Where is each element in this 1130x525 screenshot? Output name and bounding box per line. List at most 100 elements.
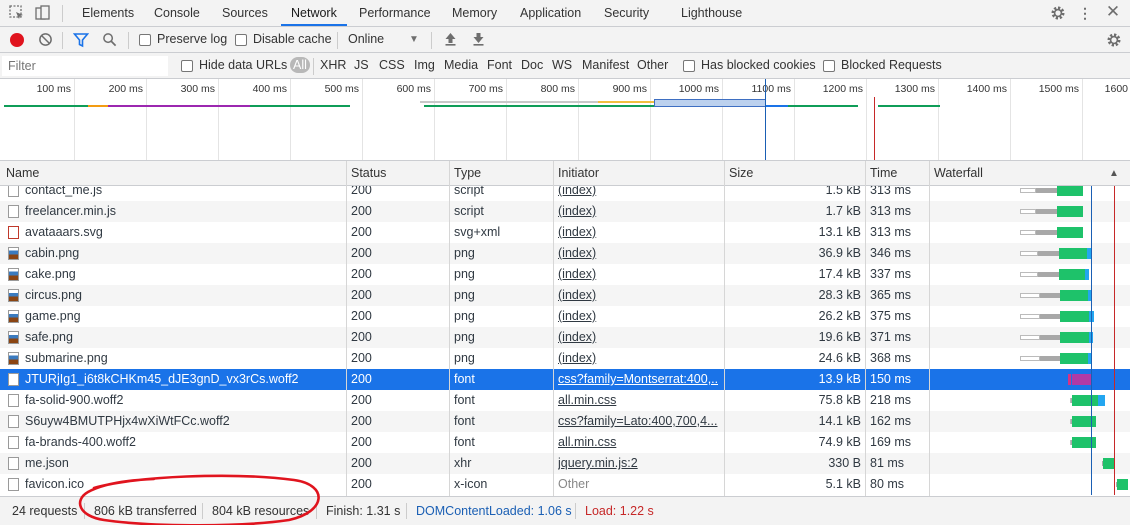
import-har-icon[interactable] bbox=[443, 32, 457, 49]
disable-cache-checkbox[interactable] bbox=[235, 34, 247, 46]
overview-gridline bbox=[362, 79, 363, 160]
type-filter-xhr[interactable]: XHR bbox=[320, 58, 346, 72]
column-header-name[interactable]: Name bbox=[2, 161, 39, 186]
tab-performance[interactable]: Performance bbox=[359, 0, 431, 26]
row-initiator[interactable]: jquery.min.js:2 bbox=[558, 453, 718, 474]
type-filter-font[interactable]: Font bbox=[487, 58, 512, 72]
column-header-status[interactable]: Status bbox=[347, 161, 386, 186]
row-type: script bbox=[454, 186, 484, 197]
type-filter-ws[interactable]: WS bbox=[552, 58, 572, 72]
filter-icon[interactable] bbox=[72, 32, 90, 51]
tab-sources[interactable]: Sources bbox=[222, 0, 268, 26]
more-options-icon[interactable]: ⋮ bbox=[1077, 5, 1093, 21]
row-initiator[interactable]: (index) bbox=[558, 348, 718, 369]
column-header-size[interactable]: Size bbox=[725, 161, 753, 186]
row-initiator[interactable]: (index) bbox=[558, 327, 718, 348]
type-filter-other[interactable]: Other bbox=[637, 58, 668, 72]
type-filter-js[interactable]: JS bbox=[354, 58, 369, 72]
row-initiator[interactable]: css?family=Montserrat:400,... bbox=[558, 369, 718, 390]
row-initiator[interactable]: all.min.css bbox=[558, 390, 718, 411]
row-type: x-icon bbox=[454, 477, 488, 491]
tab-memory[interactable]: Memory bbox=[452, 0, 497, 26]
search-icon[interactable] bbox=[101, 32, 117, 50]
overview-tick-label: 200 ms bbox=[108, 83, 143, 95]
export-har-icon[interactable] bbox=[471, 32, 485, 49]
waterfall-queue-bar bbox=[1020, 293, 1040, 298]
waterfall-wait-bar bbox=[1040, 335, 1060, 340]
tab-security[interactable]: Security bbox=[604, 0, 649, 26]
row-status: 200 bbox=[351, 288, 372, 302]
type-filter-media[interactable]: Media bbox=[444, 58, 478, 72]
sort-ascending-icon[interactable]: ▲ bbox=[1108, 166, 1120, 182]
table-row[interactable]: game.png 200 png (index) 26.2 kB 375 ms bbox=[0, 306, 1130, 327]
image-file-icon bbox=[8, 352, 19, 365]
dcl-line bbox=[1091, 201, 1092, 222]
row-initiator[interactable]: css?family=Lato:400,700,4... bbox=[558, 411, 718, 432]
waterfall-wait-bar bbox=[1038, 272, 1059, 277]
overview-tick-label: 800 ms bbox=[540, 83, 575, 95]
row-initiator[interactable]: (index) bbox=[558, 222, 718, 243]
type-filter-css[interactable]: CSS bbox=[379, 58, 405, 72]
table-row[interactable]: contact_me.js 200 script (index) 1.5 kB 313 m… bbox=[0, 186, 1130, 201]
row-initiator[interactable]: (index) bbox=[558, 201, 718, 222]
overview-selected-range[interactable] bbox=[654, 99, 766, 107]
row-time: 313 ms bbox=[870, 204, 911, 218]
network-overview-timeline[interactable]: 100 ms 200 ms 300 ms 400 ms 500 ms 600 ms 700 … bbox=[0, 79, 1130, 161]
type-filter-all[interactable]: All bbox=[290, 57, 310, 73]
row-initiator[interactable]: (index) bbox=[558, 186, 718, 201]
type-filter-img[interactable]: Img bbox=[414, 58, 435, 72]
close-icon[interactable]: ✕ bbox=[1104, 3, 1122, 20]
row-name: fa-solid-900.woff2 bbox=[25, 393, 124, 407]
row-initiator[interactable]: (index) bbox=[558, 285, 718, 306]
column-header-time[interactable]: Time bbox=[866, 161, 897, 186]
network-settings-gear-icon[interactable] bbox=[1105, 32, 1123, 51]
overview-gridline bbox=[218, 79, 219, 160]
has-blocked-cookies-checkbox[interactable] bbox=[683, 60, 695, 72]
row-initiator[interactable]: (index) bbox=[558, 243, 718, 264]
column-header-type[interactable]: Type bbox=[450, 161, 481, 186]
row-initiator[interactable]: (index) bbox=[558, 306, 718, 327]
throttling-select[interactable]: Online bbox=[348, 32, 384, 46]
blocked-requests-checkbox[interactable] bbox=[823, 60, 835, 72]
chevron-down-icon[interactable]: ▼ bbox=[408, 32, 420, 48]
table-row[interactable]: cabin.png 200 png (index) 36.9 kB 346 ms bbox=[0, 243, 1130, 264]
table-row[interactable]: fa-solid-900.woff2 200 font all.min.css 75.8… bbox=[0, 390, 1130, 411]
table-row[interactable]: cake.png 200 png (index) 17.4 kB 337 ms bbox=[0, 264, 1130, 285]
table-row[interactable]: submarine.png 200 png (index) 24.6 kB 368 ms bbox=[0, 348, 1130, 369]
table-row[interactable]: fa-brands-400.woff2 200 font all.min.css 74.… bbox=[0, 432, 1130, 453]
column-header-waterfall[interactable]: Waterfall bbox=[930, 161, 983, 186]
type-filter-manifest[interactable]: Manifest bbox=[582, 58, 629, 72]
row-initiator[interactable]: (index) bbox=[558, 264, 718, 285]
row-type: png bbox=[454, 267, 475, 281]
device-toolbar-icon[interactable] bbox=[34, 5, 52, 24]
tab-network[interactable]: Network bbox=[281, 0, 347, 26]
hide-data-urls-checkbox[interactable] bbox=[181, 60, 193, 72]
table-row[interactable]: S6uyw4BMUTPHjx4wXiWtFCc.woff2 200 font css?… bbox=[0, 411, 1130, 432]
row-time: 169 ms bbox=[870, 435, 911, 449]
row-initiator[interactable]: all.min.css bbox=[558, 432, 718, 453]
dcl-line bbox=[1091, 243, 1092, 264]
tab-console[interactable]: Console bbox=[154, 0, 200, 26]
row-status: 200 bbox=[351, 225, 372, 239]
settings-gear-icon[interactable] bbox=[1049, 5, 1067, 24]
type-filter-doc[interactable]: Doc bbox=[521, 58, 543, 72]
waterfall-download-bar bbox=[1060, 290, 1088, 301]
table-row[interactable]: JTURjIg1_i6t8kCHKm45_dJE3gnD_vx3rCs.woff… bbox=[0, 369, 1130, 390]
clear-icon[interactable] bbox=[37, 32, 53, 50]
dcl-line bbox=[1091, 411, 1092, 432]
tab-application[interactable]: Application bbox=[520, 0, 581, 26]
column-header-initiator[interactable]: Initiator bbox=[554, 161, 599, 186]
request-table-header: Name Status Type Initiator Size Time Wat… bbox=[0, 161, 1130, 186]
tab-elements[interactable]: Elements bbox=[82, 0, 134, 26]
preserve-log-checkbox[interactable] bbox=[139, 34, 151, 46]
table-row[interactable]: safe.png 200 png (index) 19.6 kB 371 ms bbox=[0, 327, 1130, 348]
tab-lighthouse[interactable]: Lighthouse bbox=[681, 0, 742, 26]
inspect-element-icon[interactable] bbox=[8, 5, 26, 24]
table-row[interactable]: circus.png 200 png (index) 28.3 kB 365 ms bbox=[0, 285, 1130, 306]
load-line bbox=[1114, 201, 1115, 222]
waterfall-queue-bar bbox=[1020, 335, 1040, 340]
table-row[interactable]: avataaars.svg 200 svg+xml (index) 13.1 kB 313… bbox=[0, 222, 1130, 243]
table-row[interactable]: freelancer.min.js 200 script (index) 1.7 kB 3… bbox=[0, 201, 1130, 222]
record-icon[interactable] bbox=[10, 33, 24, 47]
filter-input[interactable] bbox=[2, 56, 168, 76]
